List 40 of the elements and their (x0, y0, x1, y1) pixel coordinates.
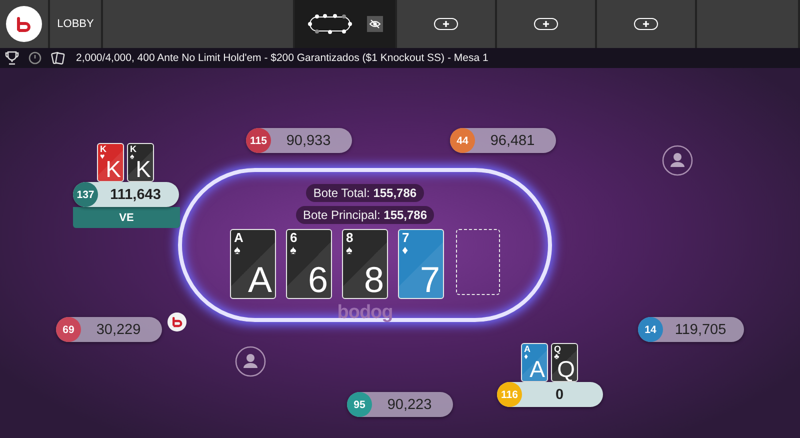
add-icon (634, 18, 658, 30)
playing-card: K ♠K (127, 143, 154, 182)
player-badge: 44 (450, 128, 475, 153)
player-stack: 95 90,223 (347, 392, 453, 417)
playing-card: K ♥K (97, 143, 124, 182)
table-icon (307, 13, 353, 35)
player-badge: 116 (497, 382, 522, 407)
player-badge: 95 (347, 392, 372, 417)
empty-seat-icon[interactable] (235, 346, 266, 377)
eye-icon[interactable] (367, 16, 383, 32)
player-stack: 44 96,481 (450, 128, 556, 153)
playing-card: 8 ♠ 8 (342, 229, 388, 299)
playing-card: A ♦A (521, 343, 548, 382)
playing-card: Q ♣Q (551, 343, 578, 382)
player-stack: 137 111,643 (73, 182, 179, 207)
player-stack: 69 30,229 (56, 317, 162, 342)
empty-seat-icon[interactable] (662, 145, 693, 176)
player-stack: 115 90,933 (246, 128, 352, 153)
empty-card-slot (456, 229, 500, 295)
brand-logo: bodog (337, 302, 393, 324)
trophy-icon[interactable] (5, 51, 19, 65)
player-stack: 14 119,705 (638, 317, 744, 342)
player-badge: 115 (246, 128, 271, 153)
playing-card: A ♠ A (230, 229, 276, 299)
playing-card: 6 ♠ 6 (286, 229, 332, 299)
player-badge: 69 (56, 317, 81, 342)
add-icon (534, 18, 558, 30)
pot-amount: Bote Total: 155,786 (306, 184, 424, 202)
playing-card: 7 ♦ 7 (398, 229, 444, 299)
table-tab[interactable] (295, 0, 397, 48)
cards-icon[interactable] (51, 51, 65, 65)
add-icon (434, 18, 458, 30)
pot-amount: Bote Principal: 155,786 (296, 206, 434, 224)
table-title: 2,000/4,000, 400 Ante No Limit Hold'em - $200 Garantizados ($1 Knockout SS) - Mesa 1 (76, 52, 488, 64)
player-badge: 14 (638, 317, 663, 342)
clock-icon[interactable] (28, 51, 42, 65)
player-stack: 116 0 (497, 382, 603, 407)
logo-icon (6, 6, 42, 42)
player-badge: 137 (73, 182, 98, 207)
player-tag: VE (73, 207, 180, 228)
